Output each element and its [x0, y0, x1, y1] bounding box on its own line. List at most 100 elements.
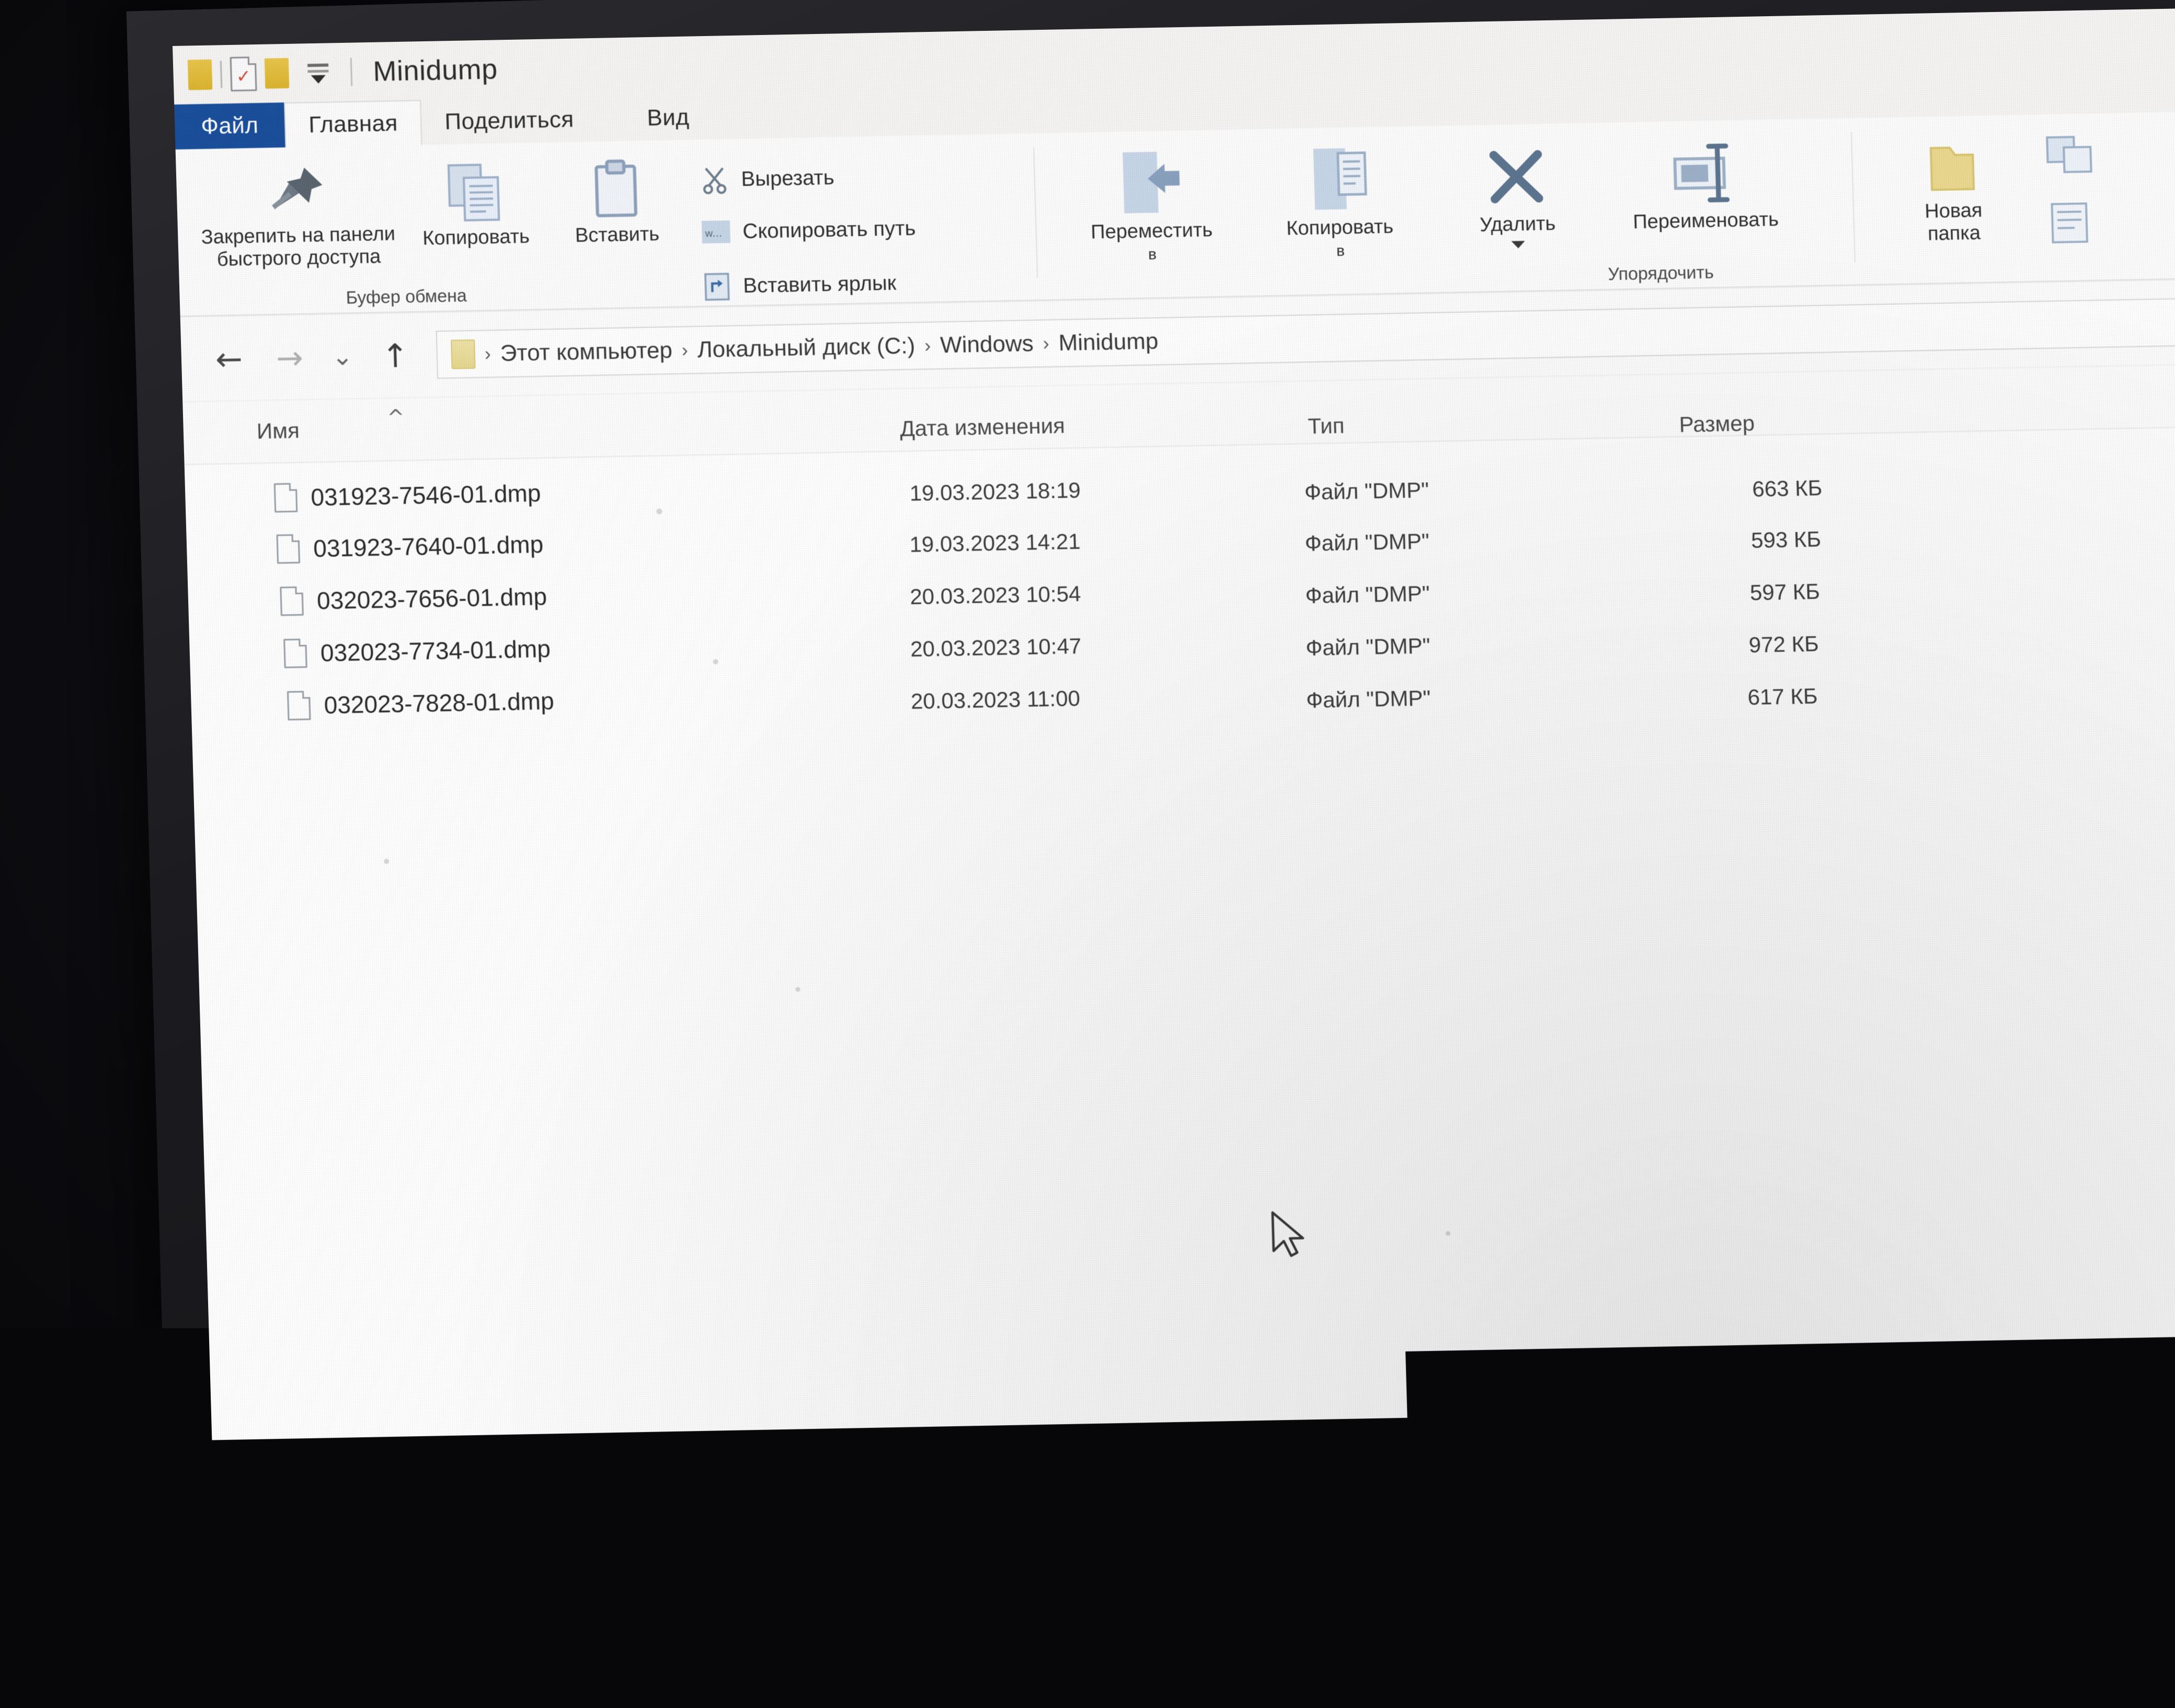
- paste-shortcut-command[interactable]: Вставить ярлык: [702, 268, 897, 302]
- delete-label: Удалить: [1480, 213, 1556, 236]
- file-date-cell: 20.03.2023 11:00: [910, 686, 1080, 714]
- dmp-file-icon: [280, 586, 304, 616]
- rename-button[interactable]: Переименовать: [1583, 134, 1826, 234]
- delete-button[interactable]: Удалить: [1437, 139, 1597, 249]
- move-to-icon: [1110, 146, 1190, 221]
- file-name-cell[interactable]: 032023-7734-01.dmp: [283, 634, 551, 669]
- check-mark: ✓: [236, 67, 251, 86]
- pin-to-quick-access-label: Закрепить на панели быстрого доступа: [201, 223, 396, 271]
- forward-arrow-icon: →: [276, 338, 304, 377]
- file-size-cell: 617 КБ: [1629, 683, 1818, 712]
- pin-to-quick-access-button[interactable]: Закрепить на панели быстрого доступа: [186, 160, 409, 271]
- file-name-cell[interactable]: 032023-7656-01.dmp: [280, 582, 547, 616]
- file-type-cell: Файл "DMP": [1306, 633, 1430, 660]
- paste-button[interactable]: Вставить: [542, 155, 691, 248]
- column-header-type[interactable]: Тип: [1308, 413, 1345, 439]
- dmp-file-icon: [283, 638, 307, 668]
- file-type-cell: Файл "DMP": [1304, 477, 1429, 505]
- file-size-cell: 663 КБ: [1634, 475, 1823, 504]
- breadcrumb-item-minidump[interactable]: Minidump: [1058, 328, 1159, 357]
- new-folder-button[interactable]: Новая папка: [1873, 136, 2033, 246]
- copy-to-sublabel: в: [1336, 242, 1345, 260]
- pin-icon: [262, 161, 331, 225]
- column-header-size[interactable]: Размер: [1679, 411, 1755, 438]
- file-size-cell: 597 КБ: [1631, 579, 1820, 607]
- mouse-cursor: [1267, 1208, 1311, 1266]
- copy-to-icon: [1298, 143, 1379, 217]
- customize-quick-access-button[interactable]: [304, 54, 337, 91]
- file-name-cell[interactable]: 031923-7546-01.dmp: [274, 478, 541, 513]
- delete-x-icon: [1479, 140, 1554, 214]
- copy-to-button[interactable]: Копировать в: [1243, 142, 1435, 261]
- copy-icon: [437, 158, 512, 227]
- file-name-label: 032023-7656-01.dmp: [316, 582, 547, 615]
- up-arrow-icon: ↑: [381, 336, 409, 375]
- copy-label: Копировать: [422, 225, 530, 249]
- copy-button[interactable]: Копировать: [395, 157, 555, 250]
- column-header-date[interactable]: Дата изменения: [900, 413, 1066, 441]
- tab-share[interactable]: Поделиться: [421, 97, 597, 145]
- file-name-label: 031923-7546-01.dmp: [311, 479, 541, 511]
- window-title: Minidump: [373, 53, 498, 87]
- dust-speck: [1446, 1231, 1450, 1236]
- paste-label: Вставить: [575, 223, 659, 247]
- easy-access-button[interactable]: [2043, 197, 2102, 253]
- rename-icon: [1664, 136, 1745, 211]
- ribbon-group-organize-label: Упорядочить: [1608, 262, 1714, 285]
- title-separator: [350, 58, 353, 86]
- sort-ascending-icon: ^: [387, 406, 405, 430]
- copy-path-label: Скопировать путь: [742, 216, 916, 243]
- breadcrumb-folder-icon: [451, 339, 476, 369]
- tab-file[interactable]: Файл: [174, 102, 285, 150]
- cut-label: Вырезать: [741, 166, 834, 191]
- svg-text:w...: w...: [705, 227, 723, 239]
- file-type-cell: Файл "DMP": [1306, 685, 1431, 713]
- dmp-file-icon: [287, 691, 311, 720]
- recent-locations-button[interactable]: ⌄: [321, 341, 364, 371]
- laptop-screen: ✓ Minidump Файл Главная Поделиться Вид: [173, 7, 2175, 1708]
- ribbon-group-organize: Переместить в Копировать в: [1034, 118, 1854, 301]
- breadcrumb[interactable]: › Этот компьютер › Локальный диск (C:) ›…: [436, 297, 2175, 379]
- file-name-cell[interactable]: 032023-7828-01.dmp: [287, 686, 554, 721]
- dmp-file-icon: [274, 483, 298, 513]
- forward-button[interactable]: →: [260, 338, 319, 377]
- cut-command[interactable]: Вырезать: [699, 162, 835, 195]
- column-header-name[interactable]: Имя: [256, 418, 300, 444]
- file-date-cell: 19.03.2023 18:19: [909, 478, 1081, 506]
- quick-access-separator: [220, 61, 222, 88]
- breadcrumb-item-windows[interactable]: Windows: [940, 330, 1034, 358]
- copy-path-icon: w...: [701, 217, 732, 246]
- file-date-cell: 20.03.2023 10:47: [910, 634, 1082, 662]
- ribbon-group-clipboard-label: Буфер обмена: [346, 286, 467, 308]
- file-name-cell[interactable]: 031923-7640-01.dmp: [276, 530, 543, 564]
- ribbon-group-clipboard: Закрепить на панели быстрого доступа Коп…: [176, 133, 1038, 316]
- properties-icon[interactable]: ✓: [230, 56, 257, 91]
- file-name-label: 032023-7828-01.dmp: [324, 687, 554, 719]
- breadcrumb-item-local-disk[interactable]: Локальный диск (C:): [697, 333, 915, 363]
- breadcrumb-item-this-pc[interactable]: Этот компьютер: [500, 337, 672, 366]
- up-button[interactable]: ↑: [366, 336, 425, 375]
- chevron-down-icon: ⌄: [331, 342, 353, 372]
- delete-chevron-down-icon[interactable]: [1512, 240, 1525, 248]
- rename-label: Переименовать: [1633, 209, 1779, 234]
- back-button[interactable]: ←: [200, 339, 258, 379]
- breadcrumb-separator-1: ›: [681, 339, 688, 361]
- file-name-label: 032023-7734-01.dmp: [320, 635, 551, 667]
- new-item-button[interactable]: [2040, 132, 2104, 193]
- breadcrumb-separator-3: ›: [1043, 333, 1049, 354]
- copy-to-label: Копировать: [1286, 215, 1394, 239]
- file-list: 031923-7546-01.dmp 19.03.2023 18:19 Файл…: [185, 426, 2175, 1707]
- tab-home[interactable]: Главная: [284, 100, 422, 147]
- easy-access-icon: [2043, 197, 2102, 250]
- breadcrumb-separator-0: ›: [484, 343, 491, 365]
- move-to-button[interactable]: Переместить в: [1055, 145, 1246, 265]
- photo-background: ✓ Minidump Файл Главная Поделиться Вид: [0, 0, 2175, 1631]
- quick-access-folder-icon[interactable]: [188, 60, 213, 90]
- new-item-icon: [2040, 132, 2104, 191]
- dust-speck: [384, 858, 389, 864]
- new-folder-quick-icon[interactable]: [265, 58, 290, 89]
- doc-corner: [248, 56, 256, 65]
- new-folder-icon: [1920, 136, 1984, 200]
- copy-path-command[interactable]: w... Скопировать путь: [701, 214, 916, 247]
- tab-view[interactable]: Вид: [596, 95, 713, 142]
